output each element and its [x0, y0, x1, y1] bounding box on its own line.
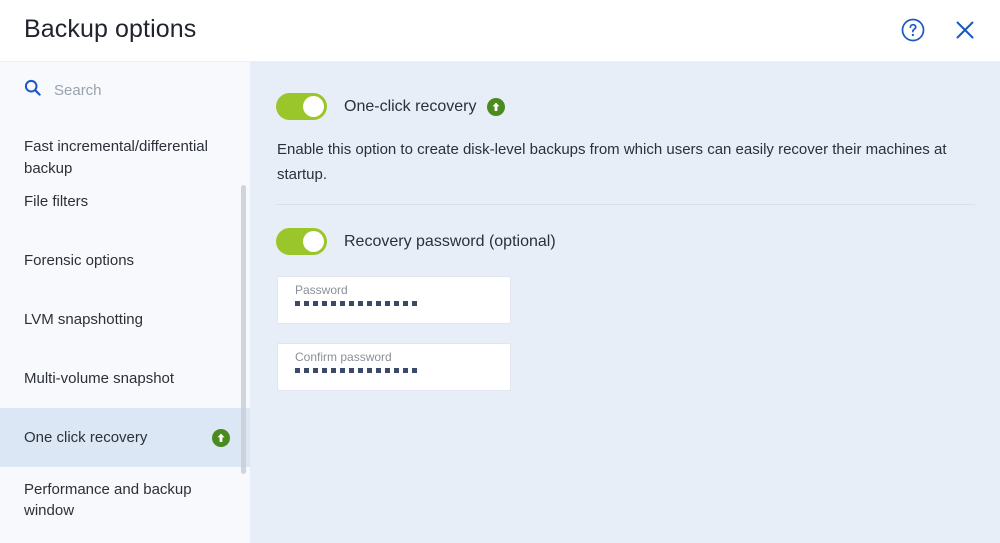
password-dot: [295, 301, 300, 306]
sidebar-item-lvm-snapshotting[interactable]: LVM snapshotting: [0, 290, 250, 349]
password-dot: [403, 368, 408, 373]
password-dot: [367, 368, 372, 373]
sidebar-item-performance-and-backup-window[interactable]: Performance and backup window: [0, 467, 250, 533]
password-dot: [376, 368, 381, 373]
password-field[interactable]: Password: [277, 276, 511, 324]
one-click-recovery-description: Enable this option to create disk-level …: [277, 141, 947, 184]
password-dot: [376, 301, 381, 306]
password-dot: [340, 368, 345, 373]
password-dot: [331, 368, 336, 373]
sidebar-item-one-click-recovery[interactable]: One click recovery: [0, 408, 250, 467]
one-click-recovery-toggle[interactable]: [276, 93, 327, 120]
upgrade-arrow-icon: [487, 97, 506, 116]
password-dot: [304, 301, 309, 306]
sidebar-item-label: One click recovery: [24, 428, 148, 446]
password-dot: [358, 301, 363, 306]
search-input[interactable]: Search: [54, 82, 102, 99]
recovery-password-option-row: Recovery password (optional): [276, 228, 556, 255]
upgrade-arrow-icon: [212, 428, 230, 447]
password-dot: [331, 301, 336, 306]
search-icon: [24, 79, 41, 101]
help-button[interactable]: [896, 14, 930, 48]
password-dot: [358, 368, 363, 373]
sidebar-item-file-filters[interactable]: File filters: [0, 172, 250, 231]
password-dot: [322, 301, 327, 306]
recovery-password-toggle[interactable]: [276, 228, 327, 255]
password-dot: [313, 368, 318, 373]
section-divider: [277, 204, 975, 205]
recovery-password-label: Recovery password (optional): [344, 232, 556, 250]
password-dot: [349, 368, 354, 373]
backup-options-dialog: Backup options Search Fast incremental/d…: [0, 0, 1000, 543]
password-dot: [403, 301, 408, 306]
options-sidebar: Search Fast incremental/differential bac…: [0, 62, 250, 543]
page-title: Backup options: [24, 15, 197, 43]
close-icon: [952, 17, 978, 46]
sidebar-item-label: File filters: [24, 192, 89, 210]
sidebar-item-label: Performance and backup window: [24, 480, 192, 519]
password-field-value: [295, 301, 417, 306]
sidebar-item-multi-volume-snapshot[interactable]: Multi-volume snapshot: [0, 349, 250, 408]
dialog-header: Backup options: [0, 0, 1000, 62]
password-dot: [340, 301, 345, 306]
password-dot: [304, 368, 309, 373]
toggle-knob: [303, 231, 324, 252]
password-dot: [385, 301, 390, 306]
password-dot: [322, 368, 327, 373]
password-dot: [313, 301, 318, 306]
sidebar-item-label: Forensic options: [24, 251, 135, 269]
search-box[interactable]: Search: [0, 62, 250, 118]
password-dot: [412, 301, 417, 306]
sidebar-item-forensic-options[interactable]: Forensic options: [0, 231, 250, 290]
confirm-password-field-label: Confirm password: [295, 350, 392, 364]
password-dot: [295, 368, 300, 373]
password-dot: [349, 301, 354, 306]
sidebar-item-label: Multi-volume snapshot: [24, 369, 175, 387]
password-dot: [394, 301, 399, 306]
password-field-label: Password: [295, 283, 348, 297]
sidebar-scrollbar[interactable]: [241, 185, 246, 474]
one-click-recovery-label: One-click recovery: [344, 97, 477, 115]
sidebar-item-label: LVM snapshotting: [24, 310, 143, 328]
help-circle-icon: [900, 17, 926, 46]
password-dot: [367, 301, 372, 306]
sidebar-nav-list: Fast incremental/differential backup Fil…: [0, 118, 250, 543]
password-dot: [385, 368, 390, 373]
toggle-knob: [303, 96, 324, 117]
password-dot: [412, 368, 417, 373]
confirm-password-field-value: [295, 368, 417, 373]
options-content-panel: One-click recovery Enable this option to…: [250, 62, 1000, 543]
close-button[interactable]: [948, 14, 982, 48]
password-dot: [394, 368, 399, 373]
confirm-password-field[interactable]: Confirm password: [277, 343, 511, 391]
sidebar-item-fast-incremental-differential-backup[interactable]: Fast incremental/differential backup: [0, 118, 250, 176]
one-click-recovery-option-row: One-click recovery: [276, 93, 506, 120]
header-actions: [896, 14, 982, 48]
